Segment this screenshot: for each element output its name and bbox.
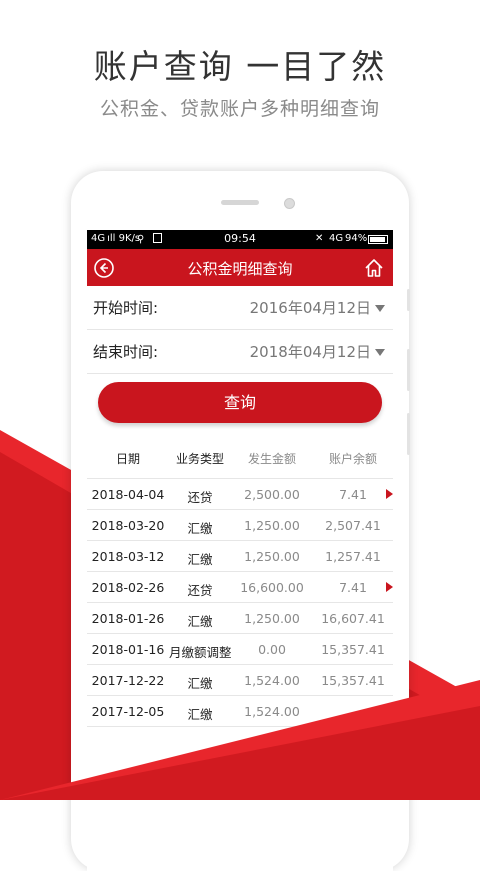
battery-percent: 94% [345,233,368,244]
detail-table: 日期 业务类型 发生金额 账户余额 2018-04-04 还贷 2,500.00 7.… [87,436,393,727]
start-date-field[interactable]: 开始时间: 2016年04月12日 [87,286,393,330]
table-row[interactable]: 2018-03-12 汇缴 1,250.00 1,257.41 [87,541,393,572]
cell-amount: 16,600.00 [240,580,304,595]
table-row[interactable]: 2018-03-20 汇缴 1,250.00 2,507.41 [87,510,393,541]
row-arrow-icon[interactable] [386,582,393,592]
query-button[interactable]: 查询 [98,382,382,423]
cell-amount: 1,524.00 [244,673,300,688]
phone-frame: 4G ıll 9K/s ⚲ 09:54 ✕ 4G 94% 公积金明细查询 开始时… [71,171,410,871]
chevron-down-icon[interactable] [375,305,385,312]
cell-date: 2018-02-26 [91,580,165,595]
cell-balance: 15,357.41 [321,673,385,688]
cell-amount: 1,250.00 [244,518,300,533]
app-screen: 4G ıll 9K/s ⚲ 09:54 ✕ 4G 94% 公积金明细查询 开始时… [87,230,393,871]
cell-date: 2018-03-12 [91,549,165,564]
cell-type: 汇缴 [187,707,213,722]
page-title: 公积金明细查询 [187,260,293,278]
header-amount: 发生金额 [247,452,296,466]
header-balance: 账户余额 [328,452,377,466]
end-date-label: 结束时间: [93,343,159,361]
mute-icon: ✕ [315,233,324,244]
table-row[interactable]: 2018-01-16 月缴额调整 0.00 15,357.41 [87,634,393,665]
cell-date: 2018-04-04 [91,487,165,502]
status-bar: 4G ıll 9K/s ⚲ 09:54 ✕ 4G 94% [87,230,393,249]
cell-date: 2018-03-20 [91,518,165,533]
phone-speaker [221,200,259,205]
cell-balance: 2,507.41 [325,518,381,533]
table-row[interactable]: 2017-12-22 汇缴 1,524.00 15,357.41 [87,665,393,696]
phone-side-button [407,289,410,311]
table-row[interactable]: 2018-04-04 还贷 2,500.00 7.41 [87,479,393,510]
table-body: 2018-04-04 还贷 2,500.00 7.41 2018-03-20 汇缴 1,25… [87,479,393,727]
end-date-field[interactable]: 结束时间: 2018年04月12日 [87,330,393,374]
promo-headline: 账户查询 一目了然 [93,47,387,86]
cell-balance: 15,357.41 [321,642,385,657]
end-date-value[interactable]: 2018年04月12日 [250,341,371,362]
cell-date: 2017-12-05 [91,704,165,719]
cell-date: 2017-12-22 [91,673,165,688]
cell-amount: 1,250.00 [244,549,300,564]
cell-amount: 2,500.00 [244,487,300,502]
battery-fill [370,237,385,242]
header-type: 业务类型 [175,452,224,466]
phone-side-button [407,413,410,455]
cell-type: 汇缴 [187,552,213,567]
table-row[interactable]: 2017-12-05 汇缴 1,524.00 [87,696,393,727]
row-arrow-icon[interactable] [386,489,393,499]
network-label: 4G [329,233,344,244]
cell-amount: 1,250.00 [244,611,300,626]
table-header: 日期 业务类型 发生金额 账户余额 [87,436,393,479]
cell-type: 月缴额调整 [169,645,232,660]
table-row[interactable]: 2018-01-26 汇缴 1,250.00 16,607.41 [87,603,393,634]
promo-subheadline: 公积金、贷款账户多种明细查询 [99,98,380,120]
cell-date: 2018-01-26 [91,611,165,626]
cell-amount: 0.00 [258,642,286,657]
start-date-label: 开始时间: [93,299,159,317]
header-date: 日期 [115,452,140,466]
start-date-value[interactable]: 2016年04月12日 [250,297,371,318]
cell-type: 汇缴 [187,521,213,536]
cell-balance: 7.41 [339,580,367,595]
table-row[interactable]: 2018-02-26 还贷 16,600.00 7.41 [87,572,393,603]
phone-side-button [407,349,410,391]
cell-amount: 1,524.00 [244,704,300,719]
phone-camera [284,198,295,209]
home-icon[interactable] [363,257,385,279]
title-bar: 公积金明细查询 [87,249,393,286]
cell-type: 还贷 [187,490,213,505]
cell-type: 还贷 [187,583,213,598]
cell-date: 2018-01-16 [91,642,165,657]
cell-balance: 16,607.41 [321,611,385,626]
chevron-down-icon[interactable] [375,349,385,356]
battery-icon [368,235,388,244]
cell-type: 汇缴 [187,676,213,691]
cell-balance: 1,257.41 [325,549,381,564]
cell-type: 汇缴 [187,614,213,629]
cell-balance: 7.41 [339,487,367,502]
